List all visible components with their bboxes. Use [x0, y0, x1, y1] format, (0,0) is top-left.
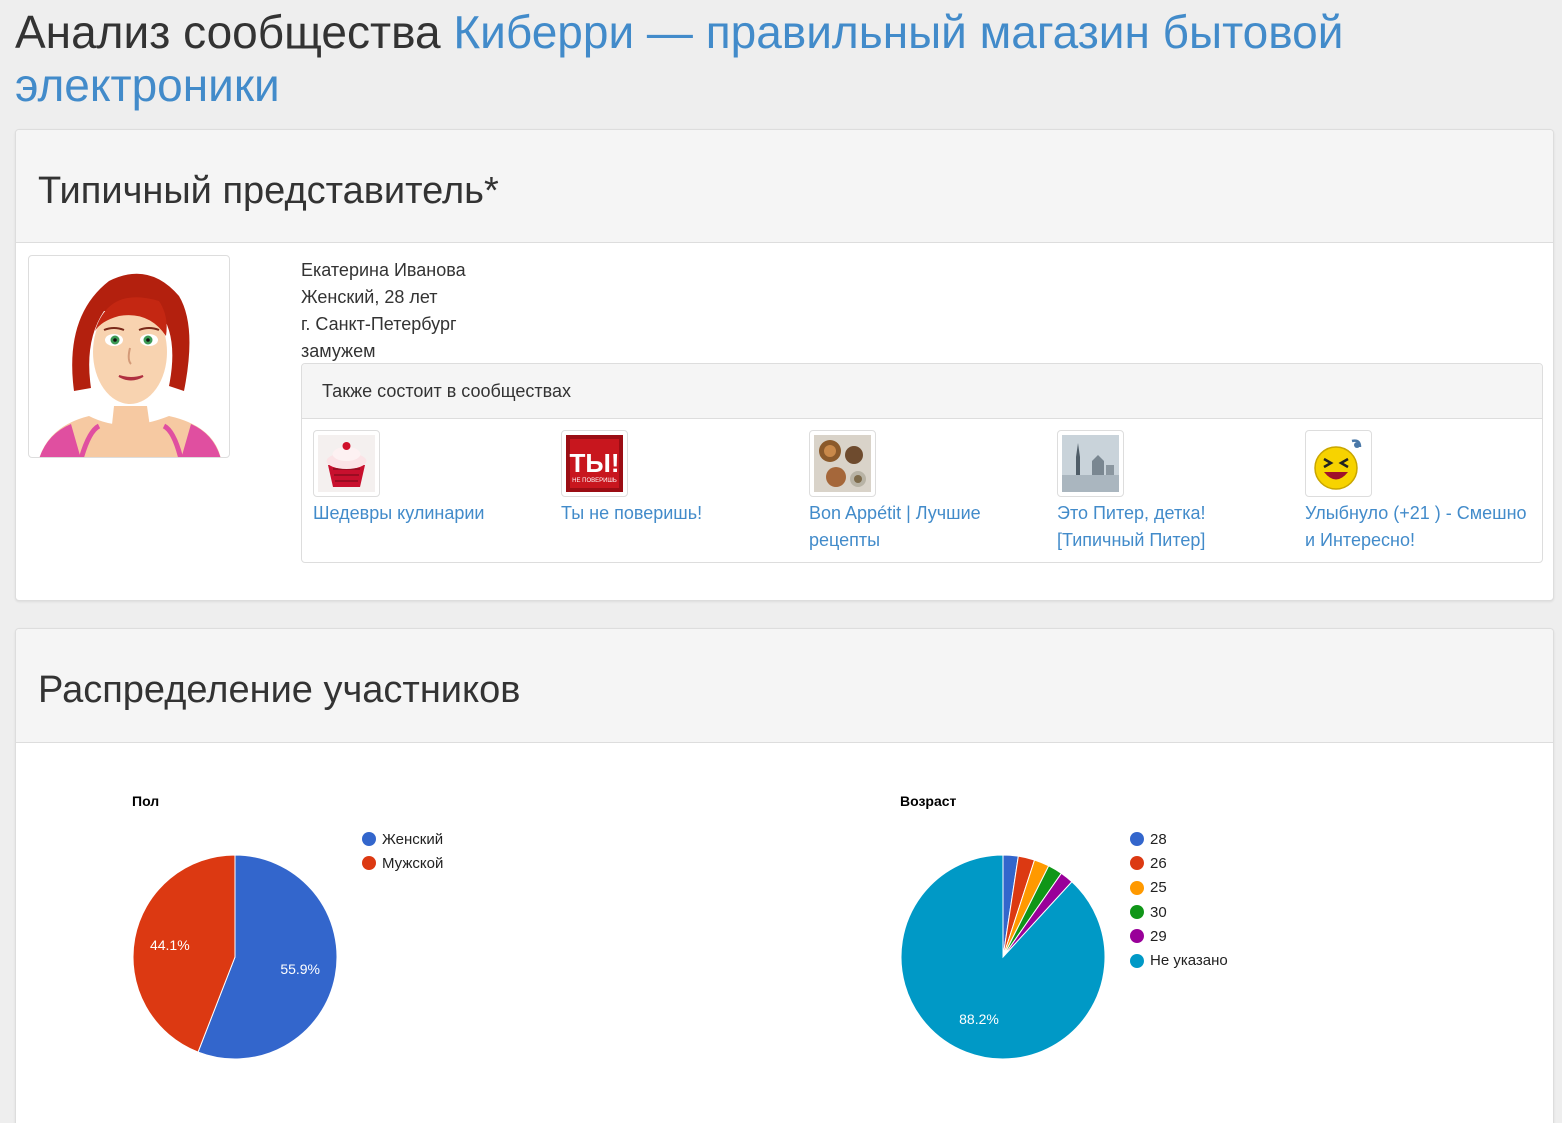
groups-row: Шедевры кулинарии ТЫ! НЕ ПОВЕРИШЬ Ты не … [302, 419, 1542, 562]
legend-item: 28 [1130, 827, 1228, 851]
group-item[interactable]: Шедевры кулинарии [313, 430, 543, 527]
legend-item: 26 [1130, 851, 1228, 875]
group-thumbnail-food[interactable] [809, 430, 876, 497]
group-thumbnail-laughing-smiley[interactable] [1305, 430, 1372, 497]
legend-item: 30 [1130, 900, 1228, 924]
legend-dot [1130, 929, 1144, 944]
legend-item: Женский [362, 827, 443, 851]
page-title-prefix: Анализ сообщества [15, 6, 441, 58]
group-link[interactable]: Это Питер, детка! [Типичный Питер] [1057, 500, 1287, 554]
pie-slice-label-0-0: 55.9% [280, 961, 320, 977]
svg-text:ТЫ!: ТЫ! [570, 448, 620, 478]
person-name: Екатерина Иванова [301, 260, 466, 280]
legend-dot [1130, 905, 1144, 920]
distribution-heading: Распределение участников [38, 669, 521, 711]
group-thumbnail-ty-ne-poverish[interactable]: ТЫ! НЕ ПОВЕРИШЬ [561, 430, 628, 497]
group-item[interactable]: ТЫ! НЕ ПОВЕРИШЬ Ты не поверишь! [561, 430, 791, 527]
legend-item: 25 [1130, 876, 1228, 900]
also-member-groups: Также состоит в сообществах Шедевры кули… [301, 363, 1543, 563]
group-item[interactable]: Улыбнуло (+21 ) - Смешно и Интересно! [1305, 430, 1535, 554]
person-info: Екатерина Иванова Женский, 28 лет г. Сан… [301, 257, 466, 365]
distribution-panel: Распределение участников Пол 55.9% 44.1% … [15, 628, 1554, 1123]
person-city: г. Санкт-Петербург [301, 314, 457, 334]
gender-chart-legend: Женский Мужской [362, 827, 443, 876]
pie-slice-label-0-1: 44.1% [150, 937, 190, 953]
legend-label: Мужской [382, 854, 444, 872]
gender-pie-chart: 55.9% 44.1% [132, 854, 338, 1060]
legend-label: 26 [1150, 854, 1167, 872]
typical-member-panel: Типичный представитель* Екатерина Иванов… [15, 129, 1554, 601]
legend-item: 29 [1130, 924, 1228, 948]
typical-member-panel-heading: Типичный представитель* [16, 130, 1553, 243]
group-thumbnail-piter[interactable] [1057, 430, 1124, 497]
legend-label: 30 [1150, 903, 1167, 921]
legend-label: 29 [1150, 927, 1167, 945]
legend-dot [1130, 880, 1144, 895]
age-chart-title: Возраст [900, 793, 957, 809]
pie-slice-label-1-5: 88.2% [959, 1011, 999, 1027]
legend-item: Мужской [362, 851, 443, 875]
legend-label: Женский [382, 830, 444, 848]
group-link[interactable]: Ты не поверишь! [561, 500, 791, 527]
legend-dot [1130, 953, 1144, 968]
distribution-panel-heading: Распределение участников [16, 629, 1553, 743]
legend-label: Не указано [1150, 952, 1228, 970]
groups-heading: Также состоит в сообществах [302, 364, 1542, 419]
age-chart-legend: 28 26 25 30 29 Не указано [1130, 827, 1228, 973]
group-thumbnail-cupcake[interactable] [313, 430, 380, 497]
group-link[interactable]: Шедевры кулинарии [313, 500, 543, 527]
group-item[interactable]: Это Питер, детка! [Типичный Питер] [1057, 430, 1287, 554]
person-gender-age: Женский, 28 лет [301, 287, 438, 307]
legend-dot [1130, 856, 1144, 871]
group-link[interactable]: Улыбнуло (+21 ) - Смешно и Интересно! [1305, 500, 1535, 554]
avatar-illustration [39, 273, 221, 457]
page-title: Анализ сообщества Киберри — правильный м… [15, 6, 1515, 112]
pie-slice-1-5[interactable] [900, 854, 1106, 1060]
legend-dot [1130, 832, 1144, 847]
legend-dot [362, 832, 376, 847]
group-item[interactable]: Bon Appétit | Лучшие рецепты [809, 430, 1039, 554]
legend-item: Не указано [1130, 948, 1228, 972]
legend-dot [362, 856, 376, 871]
person-marital-status: замужем [301, 341, 376, 361]
svg-text:НЕ ПОВЕРИШЬ: НЕ ПОВЕРИШЬ [572, 478, 617, 484]
legend-label: 28 [1150, 830, 1167, 848]
avatar [28, 255, 230, 458]
gender-chart-title: Пол [132, 793, 160, 809]
legend-label: 25 [1150, 879, 1167, 897]
group-link[interactable]: Bon Appétit | Лучшие рецепты [809, 500, 1039, 554]
typical-member-heading: Типичный представитель* [38, 170, 499, 212]
age-pie-chart: 88.2% [900, 854, 1106, 1060]
